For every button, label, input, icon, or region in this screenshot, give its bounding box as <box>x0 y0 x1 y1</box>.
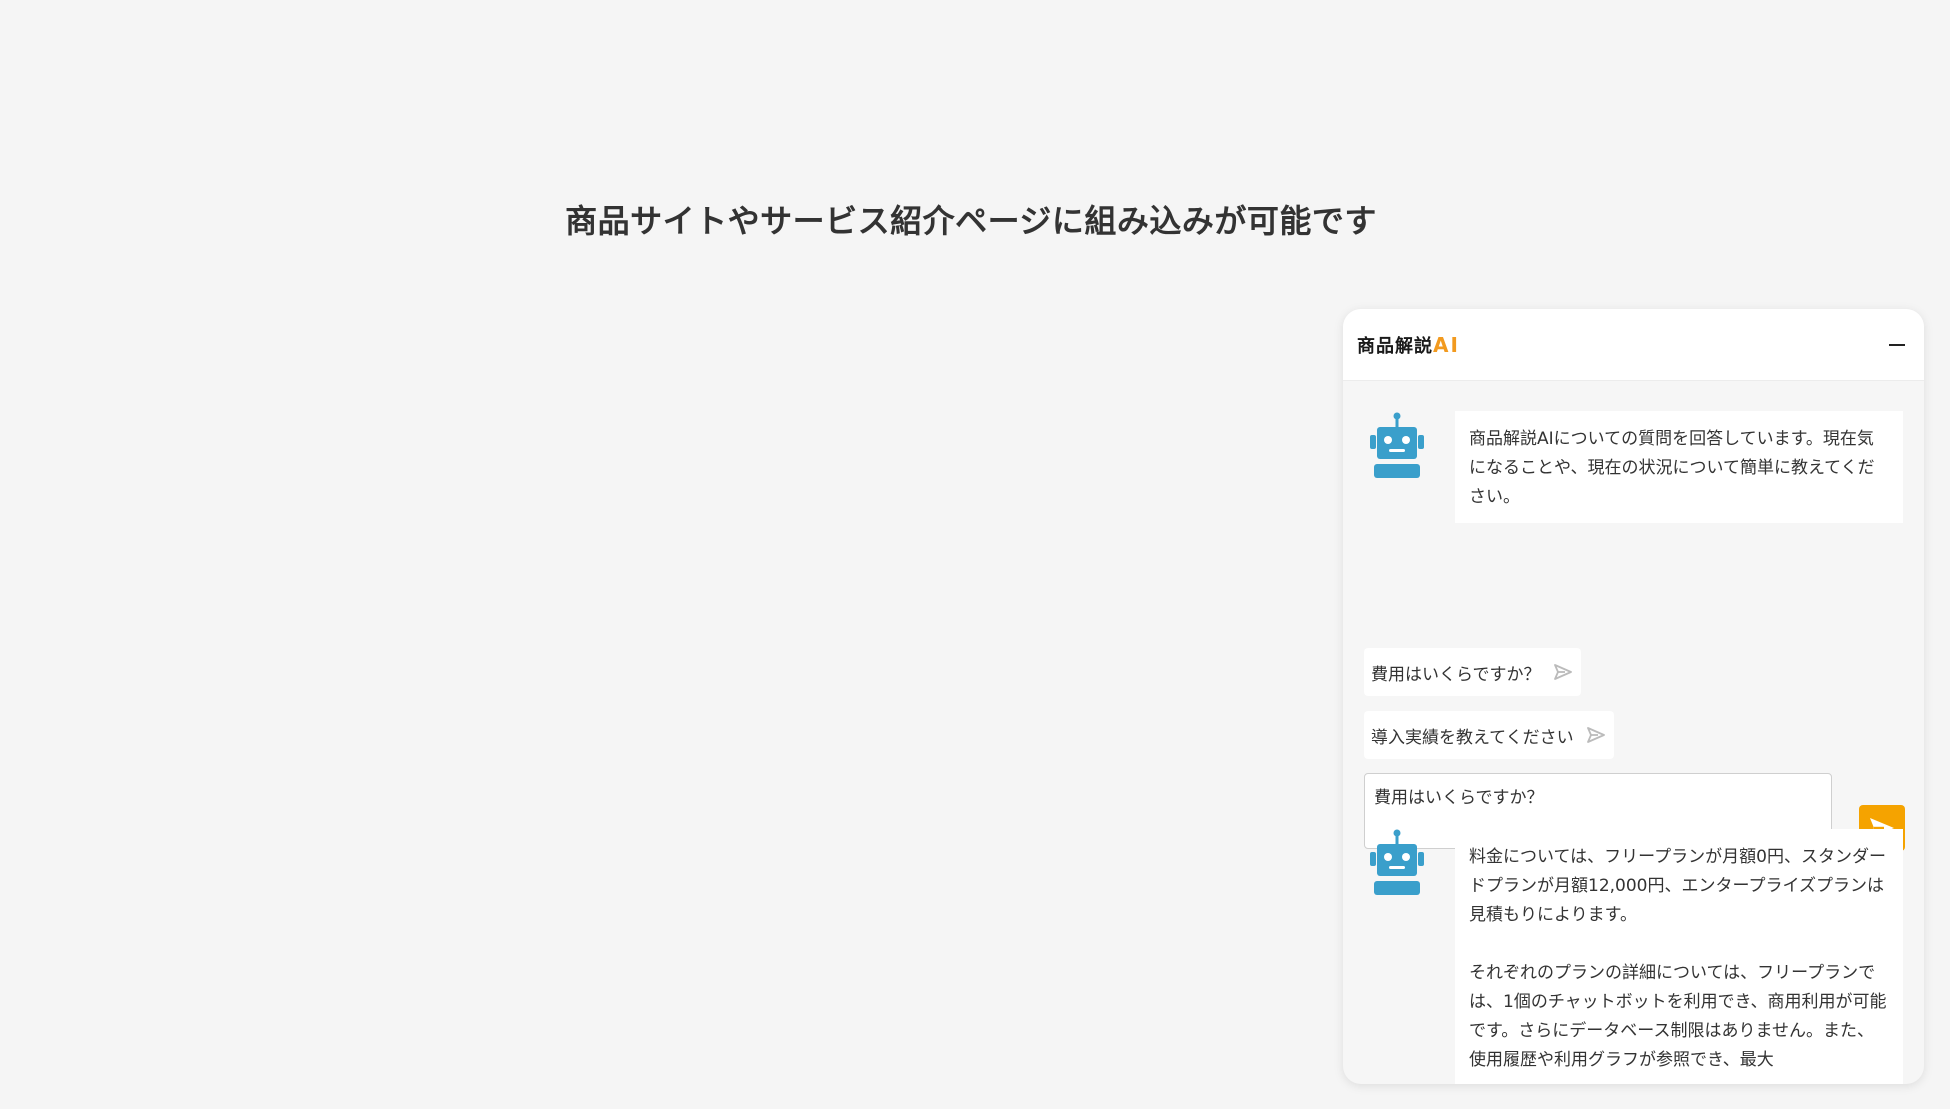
chat-widget-header: 商品解説AI <box>1343 309 1924 381</box>
chat-widget-title-main: 商品解説 <box>1357 335 1433 357</box>
suggestion-label: 導入実績を教えてください <box>1371 727 1574 748</box>
robot-icon <box>1370 412 1424 478</box>
suggestion-label: 費用はいくらですか？ <box>1371 664 1541 685</box>
greeting-text: 商品解説AIについての質問を回答しています。現在気になることや、現在の状況につい… <box>1469 429 1875 507</box>
send-arrow-icon <box>1586 725 1606 745</box>
suggestion-cost[interactable]: 費用はいくらですか？ <box>1364 648 1581 696</box>
minimize-icon <box>1889 343 1905 346</box>
chat-widget: 商品解説AI 商品解説AIについての質問を回答しています。現在気になることや、現… <box>1343 309 1924 1084</box>
answer-paragraph: 料金については、フリープランが月額0円、スタンダードプランが月額12,000円、… <box>1469 847 1886 925</box>
answer-paragraph: それぞれのプランの詳細については、フリープランでは、1個のチャットボットを利用で… <box>1469 963 1887 1070</box>
robot-icon <box>1370 829 1424 895</box>
greeting-bubble: 商品解説AIについての質問を回答しています。現在気になることや、現在の状況につい… <box>1455 411 1903 523</box>
chat-widget-title: 商品解説AI <box>1357 332 1460 358</box>
page-headline: 商品サイトやサービス紹介ページに組み込みが可能です <box>565 202 1377 240</box>
suggestion-cases[interactable]: 導入実績を教えてください <box>1364 711 1614 759</box>
send-arrow-icon <box>1553 662 1573 682</box>
page: 商品サイトやサービス紹介ページに組み込みが可能です 商品解説AI 商品解説AIに… <box>0 0 1950 1109</box>
minimize-button[interactable] <box>1886 334 1908 356</box>
answer-bubble: 料金については、フリープランが月額0円、スタンダードプランが月額12,000円、… <box>1455 829 1903 1084</box>
chat-widget-title-accent: AI <box>1433 332 1460 357</box>
